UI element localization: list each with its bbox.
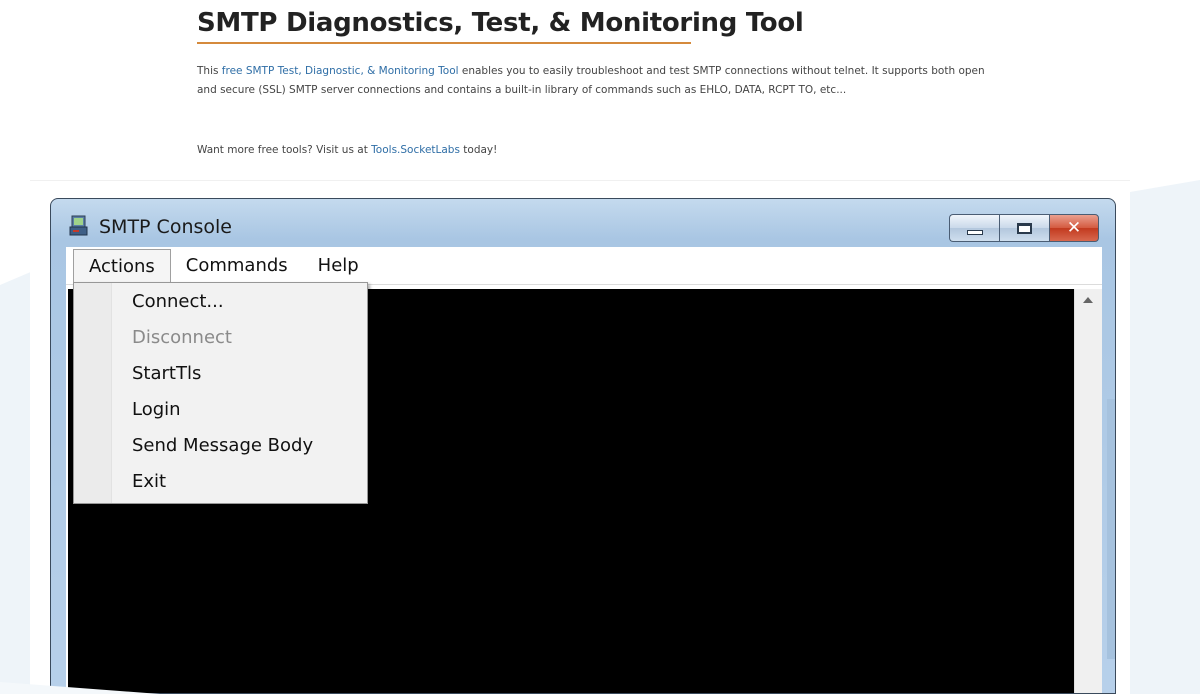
- close-button[interactable]: ✕: [1049, 214, 1099, 242]
- vertical-scrollbar[interactable]: [1074, 289, 1102, 693]
- menu-bar: Actions Commands Help: [66, 247, 1102, 285]
- minimize-icon: [966, 229, 983, 235]
- scroll-up-arrow-icon[interactable]: [1083, 297, 1093, 303]
- intro-text-start: This: [197, 65, 222, 77]
- title-underline: [197, 42, 691, 44]
- page-title: SMTP Diagnostics, Test, & Monitoring Too…: [197, 8, 804, 38]
- menu-item-disconnect[interactable]: Disconnect: [132, 327, 232, 357]
- more-text-start: Want more free tools? Visit us at: [197, 144, 372, 156]
- menu-item-connect[interactable]: Connect...: [132, 291, 224, 321]
- menu-item-login[interactable]: Login: [132, 399, 181, 429]
- minimize-button[interactable]: [949, 214, 999, 242]
- window-controls: ✕: [949, 214, 1099, 242]
- menu-item-exit[interactable]: Exit: [132, 471, 166, 501]
- app-icon: [69, 215, 88, 236]
- tools-socketlabs-link[interactable]: Tools.SocketLabs: [371, 144, 460, 156]
- close-icon: ✕: [1066, 218, 1082, 238]
- more-text-end: today!: [459, 144, 498, 156]
- menu-help[interactable]: Help: [303, 249, 374, 283]
- menu-item-send-message-body[interactable]: Send Message Body: [132, 435, 313, 465]
- menu-icon-gutter: [74, 283, 112, 503]
- window-title: SMTP Console: [99, 216, 232, 238]
- menu-actions[interactable]: Actions: [73, 248, 171, 283]
- menu-commands[interactable]: Commands: [171, 249, 303, 283]
- window-frame-side: [1107, 399, 1115, 659]
- intro-paragraph: This free SMTP Test, Diagnostic, & Monit…: [197, 62, 987, 100]
- menu-item-starttls[interactable]: StartTls: [132, 363, 201, 393]
- window-title-bar[interactable]: SMTP Console ✕: [51, 199, 1115, 247]
- actions-dropdown-menu: Connect... Disconnect StartTls Login Sen…: [73, 282, 368, 504]
- maximize-button[interactable]: [999, 214, 1049, 242]
- more-tools-paragraph: Want more free tools? Visit us at Tools.…: [197, 141, 497, 160]
- free-tool-link[interactable]: free SMTP Test, Diagnostic, & Monitoring…: [222, 65, 459, 77]
- maximize-icon: [1017, 222, 1032, 234]
